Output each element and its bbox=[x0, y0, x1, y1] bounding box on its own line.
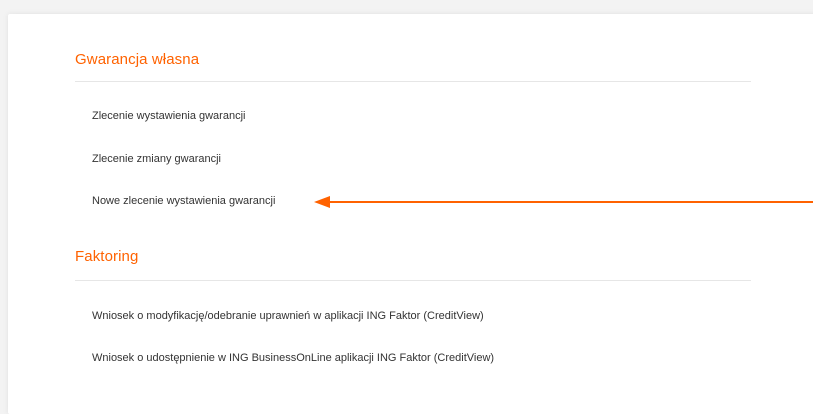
content-panel: Gwarancja własna Zlecenie wystawienia gw… bbox=[8, 14, 813, 414]
link-zlecenie-wystawienia-gwarancji[interactable]: Zlecenie wystawienia gwarancji bbox=[92, 110, 245, 122]
section-divider bbox=[75, 280, 751, 281]
link-wniosek-udostepnienie-ing-faktor[interactable]: Wniosek o udostępnienie w ING BusinessOn… bbox=[92, 352, 494, 364]
section-title-faktoring: Faktoring bbox=[75, 248, 139, 265]
section-title-gwarancja: Gwarancja własna bbox=[75, 51, 200, 68]
link-wniosek-modyfikacja-uprawnien[interactable]: Wniosek o modyfikację/odebranie uprawnie… bbox=[92, 310, 484, 322]
link-zlecenie-zmiany-gwarancji[interactable]: Zlecenie zmiany gwarancji bbox=[92, 153, 221, 165]
arrow-head bbox=[314, 196, 330, 208]
link-nowe-zlecenie-wystawienia-gwarancji[interactable]: Nowe zlecenie wystawienia gwarancji bbox=[92, 195, 275, 207]
section-divider bbox=[75, 81, 751, 82]
annotation-arrow-icon bbox=[314, 196, 813, 208]
